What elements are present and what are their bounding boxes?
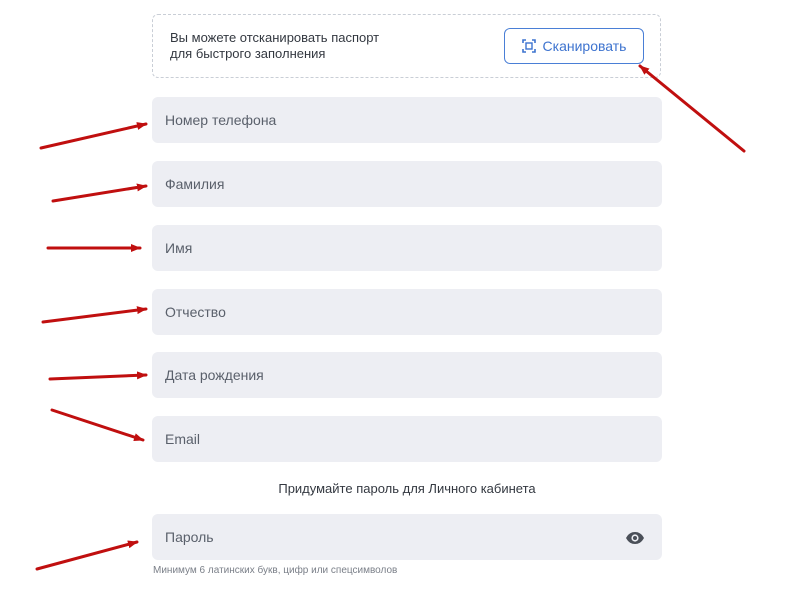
arrow-to-last-name bbox=[51, 183, 148, 203]
eye-icon[interactable] bbox=[624, 528, 646, 548]
scan-frame-icon bbox=[521, 39, 536, 53]
password-hint: Минимум 6 латинских букв, цифр или спецс… bbox=[153, 565, 398, 576]
password-section-title: Придумайте пароль для Личного кабинета bbox=[278, 481, 536, 496]
first-name-input[interactable] bbox=[152, 225, 662, 271]
arrow-to-phone bbox=[39, 122, 148, 150]
arrow-to-patronymic bbox=[41, 306, 148, 324]
arrow-to-birth-date bbox=[48, 371, 148, 381]
scan-description: Вы можете отсканировать паспорт для быст… bbox=[170, 30, 380, 61]
passport-scan-panel: Вы можете отсканировать паспорт для быст… bbox=[152, 14, 661, 78]
registration-form: Вы можете отсканировать паспорт для быст… bbox=[0, 0, 800, 600]
arrow-to-email bbox=[50, 408, 145, 442]
arrow-to-password bbox=[35, 540, 139, 571]
patronymic-input[interactable] bbox=[152, 289, 662, 335]
last-name-input[interactable] bbox=[152, 161, 662, 207]
scan-button[interactable]: Сканировать bbox=[504, 28, 644, 64]
password-input[interactable] bbox=[152, 514, 662, 560]
scan-button-label: Сканировать bbox=[542, 38, 627, 54]
phone-input[interactable] bbox=[152, 97, 662, 143]
email-input[interactable] bbox=[152, 416, 662, 462]
birth-date-input[interactable] bbox=[152, 352, 662, 398]
